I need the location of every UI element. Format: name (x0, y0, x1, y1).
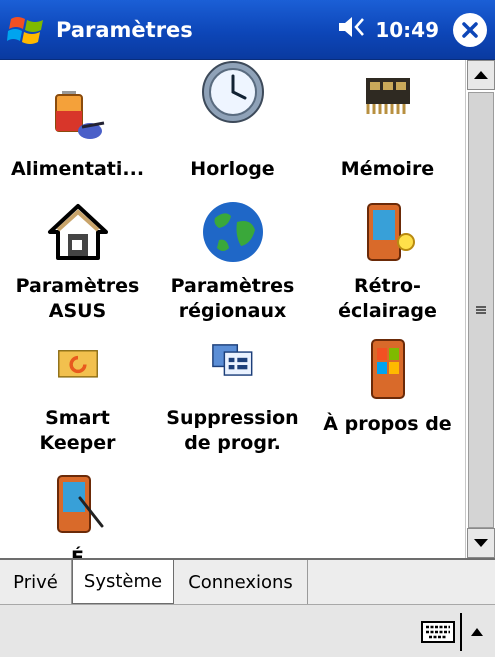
scroll-thumb[interactable] (468, 92, 494, 528)
close-icon (462, 21, 478, 38)
settings-item-memory[interactable]: Mémoire (310, 60, 465, 182)
settings-item-smartkeeper[interactable]: Smart Keeper (0, 348, 155, 456)
settings-item-label: Smart Keeper (39, 407, 116, 454)
settings-item-backlight[interactable]: Rétro- éclairage (310, 200, 465, 324)
scroll-down-button[interactable] (467, 528, 495, 558)
scroll-up-button[interactable] (467, 60, 495, 90)
tab-connexions[interactable]: Connexions (174, 560, 308, 604)
folder-refresh-icon (57, 350, 98, 378)
settings-item-asus[interactable]: Paramètres ASUS (0, 200, 155, 324)
settings-item-remove-programs[interactable]: Suppression de progr. (155, 342, 310, 456)
start-button[interactable] (0, 0, 54, 60)
tab-label: Connexions (188, 571, 293, 593)
battery-icon (54, 91, 104, 139)
input-method-menu-button[interactable] (466, 619, 488, 645)
keyboard-icon (421, 621, 455, 643)
settings-item-label: À propos de (323, 413, 452, 435)
clock-icon (201, 61, 264, 123)
input-panel-button[interactable] (418, 617, 458, 647)
about-device-icon (370, 339, 405, 399)
globe-icon (202, 202, 263, 262)
settings-item-label: Mémoire (340, 158, 435, 180)
settings-item-regional[interactable]: Paramètres régionaux (155, 200, 310, 324)
clock-time[interactable]: 10:49 (375, 18, 439, 42)
house-icon (47, 204, 108, 260)
settings-item-screen[interactable]: É (0, 472, 155, 558)
arrow-down-icon (474, 539, 488, 547)
tab-bar: Privé Système Connexions (0, 558, 495, 604)
settings-item-label: Horloge (190, 158, 275, 180)
windows-flag-icon (7, 16, 43, 44)
remove-programs-icon (211, 344, 252, 376)
settings-item-power[interactable]: Alimentati... (0, 85, 155, 182)
settings-item-label: Paramètres régionaux (170, 275, 295, 322)
settings-item-clock[interactable]: Horloge (155, 60, 310, 182)
arrow-up-icon (474, 71, 488, 79)
window-title: Paramètres (56, 17, 193, 42)
tab-label: Système (83, 571, 163, 592)
backlight-device-icon (366, 203, 415, 261)
vertical-scrollbar[interactable] (465, 60, 495, 558)
settings-item-label: Paramètres ASUS (15, 275, 140, 322)
tab-prive[interactable]: Privé (0, 560, 72, 604)
speaker-icon (339, 16, 365, 37)
title-bar: Paramètres 10:49 (0, 0, 495, 60)
settings-item-about[interactable]: À propos de (310, 338, 465, 437)
memory-chip-icon (365, 78, 410, 114)
tab-label: Privé (13, 571, 58, 593)
stylus-screen-icon (56, 475, 103, 533)
settings-item-label: Rétro- éclairage (338, 275, 437, 322)
tab-systeme[interactable]: Système (72, 560, 174, 604)
arrow-up-icon (471, 628, 483, 636)
close-button[interactable] (453, 12, 487, 47)
settings-item-label: Suppression de progr. (166, 407, 299, 454)
settings-icon-grid: Alimentati... Horloge Mémoire Paramètres… (0, 60, 465, 558)
menu-bar (0, 604, 495, 657)
settings-item-label: É (71, 547, 84, 558)
grip-icon (476, 306, 486, 314)
volume-button[interactable] (337, 15, 367, 45)
settings-item-label: Alimentati... (10, 158, 145, 180)
separator (460, 613, 462, 651)
